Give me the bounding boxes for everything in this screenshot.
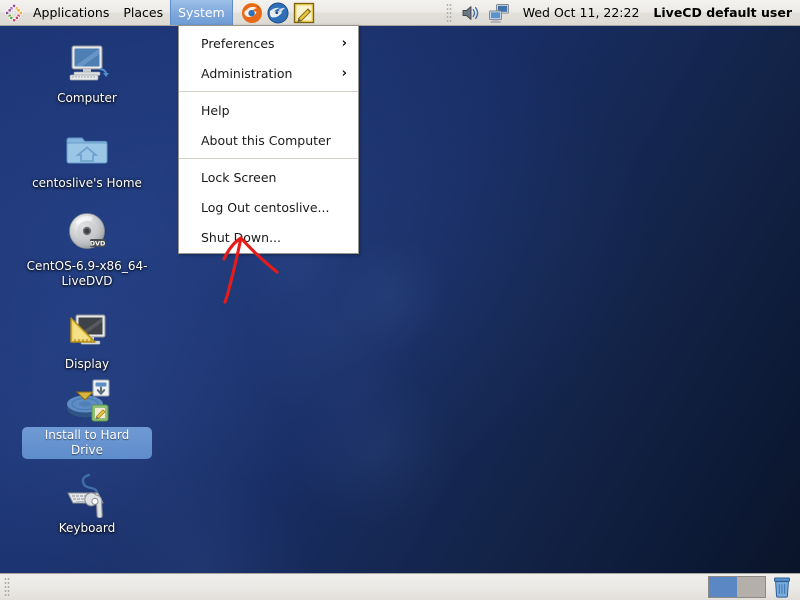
desktop-icon-label: Install to Hard Drive <box>22 427 152 459</box>
window-list[interactable] <box>10 575 708 599</box>
menu-places[interactable]: Places <box>116 0 170 25</box>
menu-item-preferences[interactable]: Preferences › <box>179 28 358 58</box>
menu-system[interactable]: System <box>170 0 233 25</box>
workspace-2[interactable] <box>737 577 765 597</box>
menu-item-label: Help <box>201 102 230 118</box>
menu-system-label: System <box>178 5 225 20</box>
system-menu-popup: Preferences › Administration › Help Abou… <box>178 25 359 254</box>
keyboard-settings-icon <box>63 470 111 519</box>
desktop-icon-label: Computer <box>57 91 117 105</box>
menu-item-administration[interactable]: Administration › <box>179 58 358 88</box>
firefox-launcher-icon[interactable] <box>240 1 264 25</box>
network-icon[interactable] <box>488 3 510 23</box>
home-folder-icon <box>63 125 111 173</box>
display-settings-icon <box>63 306 111 354</box>
desktop-icon-label: CentOS-6.9-x86_64-LiveDVD <box>26 259 148 288</box>
desktop-icon-computer[interactable]: Computer <box>22 40 152 106</box>
menu-separator <box>179 158 358 159</box>
menu-item-about-this-computer[interactable]: About this Computer <box>179 125 358 155</box>
menu-applications[interactable]: Applications <box>26 0 116 25</box>
desktop-icon-install-to-hard-drive[interactable]: Install to Hard Drive <box>22 376 152 459</box>
menu-item-label: Shut Down... <box>201 229 281 245</box>
dvd-disc-icon: DVD <box>63 208 111 256</box>
menu-applications-label: Applications <box>33 5 110 20</box>
top-panel: Applications Places System Wed Oct 11, 2… <box>0 0 800 26</box>
text-editor-launcher-icon[interactable] <box>292 1 316 25</box>
desktop-icon-display[interactable]: Display <box>22 306 152 372</box>
bottom-panel <box>0 573 800 600</box>
install-harddrive-icon <box>63 376 111 424</box>
panel-grip-handle[interactable] <box>445 3 452 22</box>
workspace-1[interactable] <box>709 577 737 597</box>
menu-separator <box>179 91 358 92</box>
menu-item-lock-screen[interactable]: Lock Screen <box>179 162 358 192</box>
svg-text:DVD: DVD <box>90 239 106 247</box>
menu-item-label: Administration <box>201 65 293 81</box>
menu-places-label: Places <box>123 5 164 20</box>
thunderbird-launcher-icon[interactable] <box>266 1 290 25</box>
system-tray <box>457 3 513 23</box>
desktop-icon-keyboard[interactable]: Keyboard <box>22 470 152 536</box>
workspace-switcher[interactable] <box>708 576 766 598</box>
menu-item-label: Lock Screen <box>201 169 277 185</box>
volume-icon[interactable] <box>460 3 482 23</box>
clock[interactable]: Wed Oct 11, 22:22 <box>523 5 640 20</box>
computer-icon <box>63 40 111 88</box>
chevron-right-icon: › <box>341 35 347 51</box>
menu-item-help[interactable]: Help <box>179 95 358 125</box>
desktop-icon-label: centoslive's Home <box>32 176 142 190</box>
menu-item-shut-down[interactable]: Shut Down... <box>179 222 358 252</box>
desktop-icon-livedvd[interactable]: DVD CentOS-6.9-x86_64-LiveDVD <box>22 208 152 289</box>
desktop-icon-home[interactable]: centoslive's Home <box>22 125 152 191</box>
menu-item-log-out[interactable]: Log Out centoslive... <box>179 192 358 222</box>
menu-item-label: About this Computer <box>201 132 331 148</box>
user-label[interactable]: LiveCD default user <box>653 5 792 20</box>
trash-icon[interactable] <box>772 577 792 598</box>
desktop-icon-label: Display <box>64 357 110 371</box>
centos-logo-icon[interactable] <box>3 2 25 24</box>
chevron-right-icon: › <box>341 65 347 81</box>
menu-item-label: Log Out centoslive... <box>201 199 330 215</box>
panel-launchers <box>239 1 317 25</box>
desktop-icon-label: Keyboard <box>58 521 116 535</box>
menu-item-label: Preferences <box>201 35 275 51</box>
